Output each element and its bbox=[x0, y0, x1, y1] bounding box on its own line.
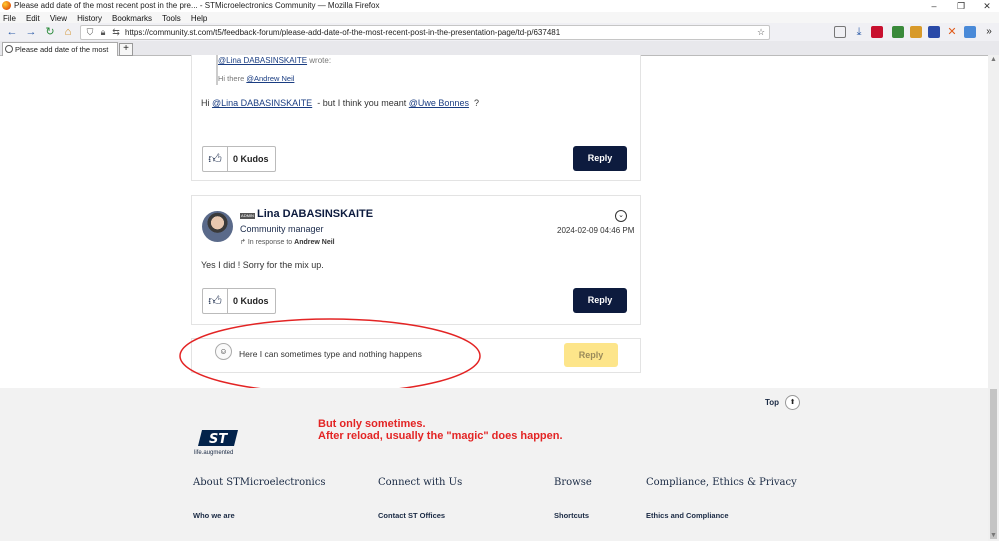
scrollbar-thumb[interactable] bbox=[990, 389, 997, 539]
shield-icon[interactable]: ⛉ bbox=[85, 27, 95, 37]
footer-link-shortcuts[interactable]: Shortcuts bbox=[554, 511, 589, 520]
reply-button[interactable]: Reply bbox=[573, 288, 627, 313]
scroll-down-icon[interactable]: ▼ bbox=[989, 532, 998, 540]
tab-active[interactable]: Please add date of the most recen bbox=[2, 42, 118, 56]
scroll-up-icon[interactable]: ▲ bbox=[989, 56, 998, 64]
in-response-author[interactable]: Andrew Neil bbox=[294, 239, 334, 246]
body-text: - but I think you meant bbox=[317, 98, 407, 108]
post-body: Yes I did ! Sorry for the mix up. bbox=[201, 260, 324, 270]
footer-heading-connect: Connect with Us bbox=[378, 477, 463, 488]
forward-icon[interactable]: → bbox=[24, 25, 38, 39]
extension-orange-icon[interactable] bbox=[910, 26, 922, 38]
extension-green-icon[interactable] bbox=[892, 26, 904, 38]
extension-bluebox-icon[interactable] bbox=[964, 26, 976, 38]
extension-x-icon[interactable]: ✕ bbox=[946, 26, 958, 38]
logo-tagline: life.augmented bbox=[194, 450, 234, 456]
minimize-icon[interactable]: – bbox=[922, 0, 946, 12]
in-response-to: ↱ In response to Andrew Neil bbox=[240, 238, 335, 246]
mention-link[interactable]: @Uwe Bonnes bbox=[409, 98, 469, 108]
downloads-icon[interactable]: ⤓ bbox=[853, 26, 865, 38]
reply-button[interactable]: Reply bbox=[573, 146, 627, 171]
firefox-icon bbox=[2, 1, 11, 10]
quote-mention[interactable]: @Andrew Neil bbox=[246, 74, 294, 83]
menu-edit[interactable]: Edit bbox=[26, 14, 40, 23]
annotation-line2: After reload, usually the "magic" does h… bbox=[318, 430, 563, 442]
author-role: Community manager bbox=[240, 224, 324, 234]
globe-icon bbox=[5, 45, 13, 53]
menu-file[interactable]: File bbox=[3, 14, 16, 23]
lock-icon[interactable]: 🔒︎ bbox=[98, 27, 108, 37]
annotation-line1: But only sometimes. bbox=[318, 418, 426, 430]
quick-reply-button[interactable]: Reply bbox=[564, 343, 618, 367]
post-timestamp: 2024-02-09 04:46 PM bbox=[557, 226, 635, 235]
mention-link[interactable]: @Lina DABASINSKAITE bbox=[212, 98, 312, 108]
top-label[interactable]: Top bbox=[765, 398, 779, 407]
quote-author-mention[interactable]: @Lina DABASINSKAITE bbox=[218, 56, 307, 65]
footer-link-ethics[interactable]: Ethics and Compliance bbox=[646, 511, 729, 520]
body-text: ? bbox=[473, 98, 479, 108]
window-title: Please add date of the most recent post … bbox=[14, 1, 380, 10]
menu-bookmarks[interactable]: Bookmarks bbox=[112, 14, 152, 23]
author-name[interactable]: Lina DABASINSKAITE bbox=[257, 208, 373, 220]
back-icon[interactable]: ← bbox=[5, 25, 19, 39]
quote-wrote: wrote: bbox=[309, 56, 332, 65]
footer-heading-compliance: Compliance, Ethics & Privacy bbox=[646, 477, 797, 488]
post-body: Hi @Lina DABASINSKAITE - but I think you… bbox=[201, 98, 479, 108]
footer-link-who-we-are[interactable]: Who we are bbox=[193, 511, 235, 520]
url-text[interactable]: https://community.st.com/t5/feedback-for… bbox=[125, 26, 560, 39]
body-text: Hi bbox=[201, 98, 210, 108]
footer-heading-browse: Browse bbox=[554, 477, 592, 488]
page-scrollbar[interactable]: ▲ ▼ bbox=[988, 55, 999, 541]
footer-heading-about: About STMicroelectronics bbox=[193, 477, 326, 488]
kudos-button[interactable]: 👍︎ 0 Kudos bbox=[202, 146, 276, 172]
kudos-count: 0 Kudos bbox=[233, 154, 269, 164]
in-response-prefix: In response to bbox=[247, 239, 293, 246]
tab-bar: Please add date of the most recen + bbox=[0, 41, 999, 56]
close-icon[interactable]: ✕ bbox=[975, 0, 999, 12]
tab-title: Please add date of the most recen bbox=[15, 45, 110, 54]
extension-blue-icon[interactable] bbox=[928, 26, 940, 38]
options-menu-icon[interactable]: ⌄ bbox=[615, 210, 627, 222]
avatar[interactable] bbox=[202, 211, 233, 242]
reply-arrow-icon: ↱ bbox=[240, 239, 246, 246]
menu-bar: File Edit View History Bookmarks Tools H… bbox=[0, 12, 999, 23]
new-tab-button[interactable]: + bbox=[119, 43, 133, 56]
navigation-toolbar: ← → ↻ ⌂ ⛉ 🔒︎ ⇆ https://community.st.com/… bbox=[0, 23, 999, 42]
quote-block: @Lina DABASINSKAITE wrote: Hi there @And… bbox=[216, 55, 618, 85]
footer-link-contact[interactable]: Contact ST Offices bbox=[378, 511, 445, 520]
thumbs-up-icon[interactable]: 👍︎ bbox=[203, 147, 228, 171]
admin-badge: ADMIN bbox=[240, 213, 255, 219]
menu-history[interactable]: History bbox=[77, 14, 102, 23]
scroll-top-icon[interactable]: ⬆ bbox=[785, 395, 800, 410]
permissions-icon[interactable]: ⇆ bbox=[111, 27, 121, 37]
url-bar[interactable]: ⛉ 🔒︎ ⇆ https://community.st.com/t5/feedb… bbox=[80, 25, 770, 40]
menu-tools[interactable]: Tools bbox=[162, 14, 181, 23]
menu-help[interactable]: Help bbox=[191, 14, 207, 23]
reload-icon[interactable]: ↻ bbox=[43, 25, 57, 39]
page-footer: Top ⬆ ST life.augmented But only sometim… bbox=[0, 388, 988, 541]
quote-greeting: Hi there bbox=[218, 74, 245, 83]
bookmark-star-icon[interactable]: ☆ bbox=[756, 27, 766, 37]
pocket-icon[interactable] bbox=[834, 26, 846, 38]
overflow-menu-icon[interactable]: » bbox=[983, 26, 995, 38]
svg-text:ST: ST bbox=[209, 432, 228, 447]
maximize-icon[interactable]: ❐ bbox=[949, 0, 973, 12]
extension-red-icon[interactable] bbox=[871, 26, 883, 38]
home-icon[interactable]: ⌂ bbox=[61, 25, 75, 39]
st-logo[interactable]: ST bbox=[196, 426, 241, 450]
menu-view[interactable]: View bbox=[50, 14, 67, 23]
